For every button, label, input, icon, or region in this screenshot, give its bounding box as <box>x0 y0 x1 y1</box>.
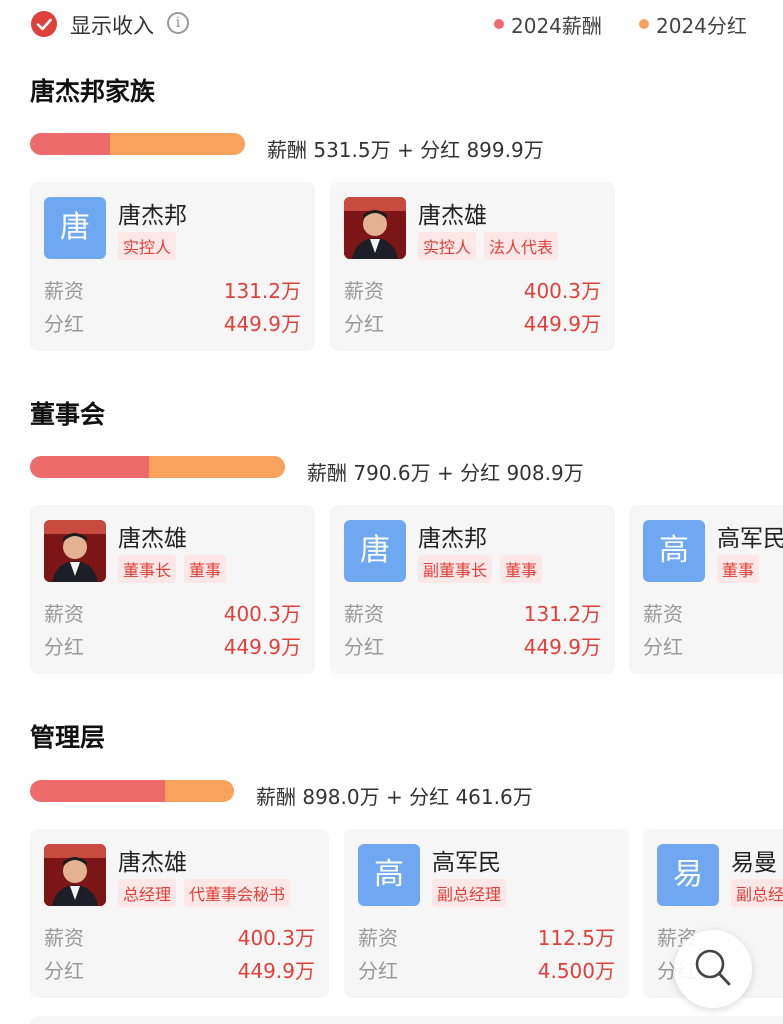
salary-value: 131.2万 <box>223 279 301 303</box>
role-tag: 董事 <box>500 555 543 583</box>
income-bar <box>30 780 234 802</box>
dividend-label: 分红 <box>44 635 84 659</box>
role-tags: 副总经 <box>731 879 783 907</box>
dividend-segment <box>109 133 245 155</box>
avatar: 唐 <box>44 197 106 259</box>
income-bar <box>30 133 245 155</box>
dividend-label: 分红 <box>643 635 683 659</box>
salary-segment <box>30 456 149 478</box>
salary-value: 112.5万 <box>537 926 615 950</box>
floating-search-button[interactable] <box>674 930 752 1008</box>
dividend-value: 449.9万 <box>223 635 301 659</box>
income-summary: 薪酬 790.6万 + 分红 908.9万 <box>307 461 584 485</box>
role-tag: 实控人 <box>118 232 177 260</box>
person-name: 唐杰雄 <box>418 203 487 229</box>
dividend-value: 4.500万 <box>537 959 615 983</box>
role-tag: 副总经 <box>731 879 783 907</box>
salary-value: 400.3万 <box>237 926 315 950</box>
salary-label: 薪资 <box>344 602 384 626</box>
legend-dividend-dot <box>639 19 649 29</box>
dividend-segment <box>164 780 234 802</box>
person-card[interactable]: 唐杰雄 实控人 法人代表 薪资 400.3万 分红 449.9万 <box>330 182 615 351</box>
role-tags: 董事 <box>717 555 760 583</box>
avatar: 高 <box>358 844 420 906</box>
dividend-label: 分红 <box>358 959 398 983</box>
role-tag: 董事 <box>184 555 227 583</box>
avatar: 易 <box>657 844 719 906</box>
role-tag: 总经理 <box>118 879 177 907</box>
salary-label: 薪资 <box>643 602 683 626</box>
legend-salary-dot <box>494 19 504 29</box>
salary-label: 薪资 <box>44 926 84 950</box>
dividend-label: 分红 <box>44 312 84 336</box>
person-name: 唐杰雄 <box>118 526 187 552</box>
person-name: 唐杰邦 <box>418 526 487 552</box>
role-tags: 董事长 董事 <box>118 555 227 583</box>
legend-dividend-label: 2024分红 <box>656 14 747 38</box>
person-card[interactable]: 高 高军民 副总经理 薪资 112.5万 分红 4.500万 <box>344 829 629 998</box>
dividend-value: 449.9万 <box>523 312 601 336</box>
role-tags: 总经理 代董事会秘书 <box>118 879 291 907</box>
dividend-segment <box>148 456 285 478</box>
role-tags: 副总经理 <box>432 879 507 907</box>
avatar: 唐 <box>344 520 406 582</box>
salary-label: 薪资 <box>44 602 84 626</box>
role-tag: 董事 <box>717 555 760 583</box>
section-title: 管理层 <box>30 723 106 752</box>
person-name: 唐杰雄 <box>118 850 187 876</box>
salary-value: 131.2万 <box>523 602 601 626</box>
income-summary: 薪酬 898.0万 + 分红 461.6万 <box>256 785 533 809</box>
search-icon <box>693 947 733 989</box>
avatar: 高 <box>643 520 705 582</box>
person-name: 高军民 <box>432 850 501 876</box>
role-tag: 实控人 <box>418 232 477 260</box>
role-tags: 实控人 法人代表 <box>418 232 559 260</box>
person-name: 易曼 <box>731 850 777 876</box>
role-tag: 代董事会秘书 <box>184 879 291 907</box>
role-tag: 副总经理 <box>432 879 507 907</box>
dividend-label: 分红 <box>344 312 384 336</box>
person-card[interactable]: 唐杰雄 总经理 代董事会秘书 薪资 400.3万 分红 449.9万 <box>30 829 329 998</box>
role-tags: 副董事长 董事 <box>418 555 543 583</box>
section-title: 唐杰邦家族 <box>30 77 156 106</box>
person-name: 唐杰邦 <box>118 203 187 229</box>
income-bar <box>30 456 285 478</box>
section-title: 董事会 <box>30 400 106 429</box>
person-name: 高军民 <box>717 526 783 552</box>
role-tag: 董事长 <box>118 555 177 583</box>
salary-label: 薪资 <box>358 926 398 950</box>
salary-label: 薪资 <box>344 279 384 303</box>
show-income-label[interactable]: 显示收入 <box>70 10 154 40</box>
dividend-value: 449.9万 <box>223 312 301 336</box>
legend-salary-label: 2024薪酬 <box>511 14 602 38</box>
dividend-value: 449.9万 <box>523 635 601 659</box>
dividend-value: 449.9万 <box>237 959 315 983</box>
person-card[interactable]: 唐 唐杰邦 副董事长 董事 薪资 131.2万 分红 449.9万 <box>330 505 615 674</box>
person-card[interactable]: 唐杰雄 董事长 董事 薪资 400.3万 分红 449.9万 <box>30 505 315 674</box>
role-tags: 实控人 <box>118 232 177 260</box>
dividend-label: 分红 <box>44 959 84 983</box>
avatar-photo <box>44 520 106 582</box>
avatar-photo <box>44 844 106 906</box>
dividend-label: 分红 <box>344 635 384 659</box>
checkbox-checked-icon[interactable] <box>31 11 57 37</box>
income-summary: 薪酬 531.5万 + 分红 899.9万 <box>267 138 544 162</box>
person-card[interactable]: 高 高军民 董事 薪资 分红 <box>629 505 783 674</box>
salary-value: 400.3万 <box>223 602 301 626</box>
salary-value: 400.3万 <box>523 279 601 303</box>
avatar-photo <box>344 197 406 259</box>
info-icon[interactable]: i <box>167 12 189 34</box>
person-card[interactable]: 唐 唐杰邦 实控人 薪资 131.2万 分红 449.9万 <box>30 182 315 351</box>
income-toggle-bar: 显示收入 i 2024薪酬 2024分红 <box>0 0 783 50</box>
role-tag: 法人代表 <box>484 232 559 260</box>
salary-segment <box>30 780 165 802</box>
salary-label: 薪资 <box>44 279 84 303</box>
salary-segment <box>30 133 110 155</box>
role-tag: 副董事长 <box>418 555 493 583</box>
next-card-edge <box>30 1016 783 1024</box>
